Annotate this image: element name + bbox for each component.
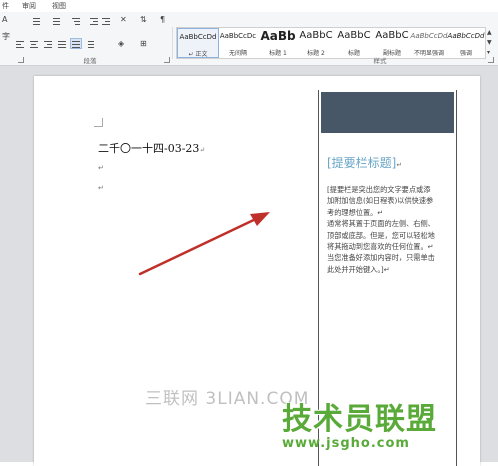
jishuyuan-watermark: 技术员联盟 <box>282 402 437 437</box>
jsgho-url-watermark: www.jsgho.com <box>282 436 410 451</box>
